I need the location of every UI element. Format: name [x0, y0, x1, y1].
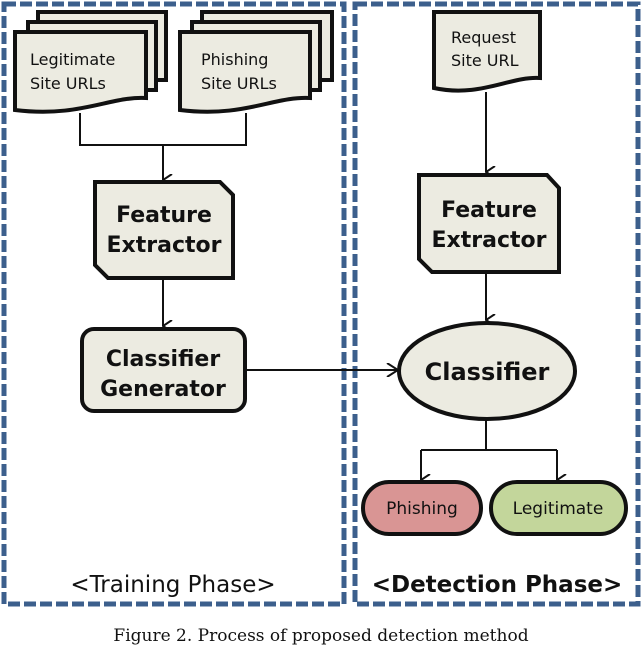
request-url-line1: Request — [451, 28, 516, 47]
feature-extractor-line1: Feature — [116, 203, 212, 228]
classifier-label: Classifier — [425, 358, 550, 386]
training-feature-extractor: Feature Extractor — [93, 180, 235, 280]
detection-extractor-line1: Feature — [441, 198, 537, 223]
classifier-generator-line1: Classifier — [106, 347, 220, 372]
feature-extractor-line2: Extractor — [107, 233, 222, 258]
training-phase-title: <Training Phase> — [70, 572, 275, 598]
detection-feature-extractor: Feature Extractor — [417, 173, 561, 274]
classifier-generator-line2: Generator — [100, 377, 226, 402]
phishing-site-urls-doc: Phishing Site URLs — [178, 10, 334, 114]
request-site-url-doc: Request Site URL — [432, 10, 542, 93]
legitimate-outcome: Legitimate — [489, 480, 628, 536]
request-url-line2: Site URL — [451, 51, 519, 70]
merge-connector — [79, 113, 247, 180]
legitimate-urls-line1: Legitimate — [30, 50, 115, 69]
legitimate-urls-line2: Site URLs — [30, 74, 106, 93]
classifier: Classifier — [397, 321, 577, 421]
figure-caption: Figure 2. Process of proposed detection … — [113, 626, 529, 646]
detection-extractor-line2: Extractor — [432, 228, 547, 253]
phishing-label: Phishing — [386, 499, 458, 519]
split-connector — [421, 420, 557, 451]
detection-phase-title: <Detection Phase> — [372, 572, 623, 598]
phishing-urls-line1: Phishing — [201, 50, 268, 69]
legitimate-label: Legitimate — [513, 499, 604, 519]
legitimate-site-urls-doc: Legitimate Site URLs — [13, 10, 168, 114]
classifier-generator: Classifier Generator — [80, 327, 247, 413]
phishing-outcome: Phishing — [361, 480, 483, 536]
diagram-canvas: Legitimate Site URLs Phishing Site URLs … — [1, 1, 641, 607]
phishing-urls-line2: Site URLs — [201, 74, 277, 93]
